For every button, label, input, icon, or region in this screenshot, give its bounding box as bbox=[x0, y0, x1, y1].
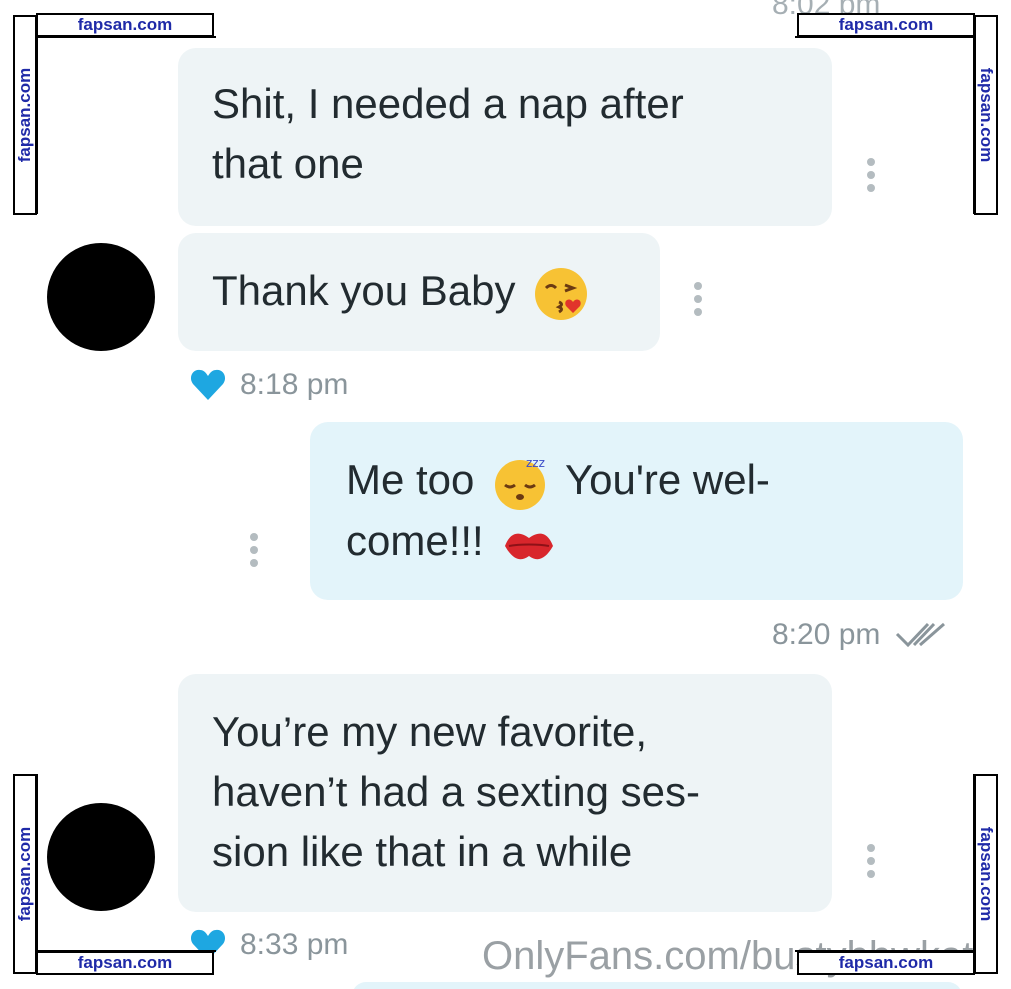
message-bubble-1[interactable]: Shit, I needed a nap after that one bbox=[178, 48, 832, 226]
watermark-frame bbox=[36, 774, 216, 952]
message-meta: 8:18 pm bbox=[190, 368, 348, 402]
site-watermark: fapsan.com bbox=[797, 951, 975, 975]
kebab-menu-icon[interactable] bbox=[693, 282, 703, 316]
watermark-frame bbox=[795, 36, 975, 214]
svg-text:zzz: zzz bbox=[526, 456, 545, 470]
message-bubble-partial[interactable] bbox=[352, 982, 962, 989]
message-text-line: Shit, I needed a nap after bbox=[212, 80, 684, 127]
heart-icon[interactable] bbox=[190, 368, 226, 402]
message-time: 8:20 pm bbox=[772, 618, 881, 651]
kebab-menu-icon[interactable] bbox=[249, 533, 259, 567]
kissing-heart-emoji-icon bbox=[535, 267, 588, 320]
message-text-part: come!!! bbox=[346, 516, 484, 564]
site-watermark: fapsan.com bbox=[974, 774, 998, 974]
message-text-part: You're wel- bbox=[565, 456, 770, 503]
message-bubble-3[interactable]: Me too zzz You're wel- come!!! bbox=[310, 422, 963, 600]
message-text: Thank you Baby bbox=[212, 267, 516, 314]
message-text-line: sion like that in a while bbox=[212, 828, 633, 875]
site-watermark: fapsan.com bbox=[13, 15, 37, 215]
site-watermark: fapsan.com bbox=[974, 15, 998, 215]
double-check-icon bbox=[896, 622, 946, 648]
message-text-part: Me too bbox=[346, 456, 475, 503]
message-text-line: haven’t had a sexting ses- bbox=[212, 768, 700, 815]
message-bubble-2[interactable]: Thank you Baby bbox=[178, 233, 660, 351]
message-meta: 8:20 pm bbox=[772, 618, 948, 652]
message-text-line: You’re my new favorite, bbox=[212, 708, 647, 755]
avatar[interactable] bbox=[47, 243, 155, 351]
message-time: 8:33 pm bbox=[240, 928, 349, 961]
site-watermark: fapsan.com bbox=[36, 13, 214, 37]
site-watermark: fapsan.com bbox=[13, 774, 37, 974]
site-watermark: fapsan.com bbox=[36, 951, 214, 975]
kiss-mark-emoji-icon bbox=[505, 533, 554, 560]
message-text-line: that one bbox=[212, 140, 364, 187]
sleeping-face-emoji-icon: zzz bbox=[495, 456, 546, 510]
site-watermark: fapsan.com bbox=[797, 13, 975, 37]
message-time: 8:18 pm bbox=[240, 368, 349, 401]
watermark-frame bbox=[795, 774, 975, 952]
watermark-frame bbox=[36, 36, 216, 214]
message-bubble-4[interactable]: You’re my new favorite, haven’t had a se… bbox=[178, 674, 832, 912]
